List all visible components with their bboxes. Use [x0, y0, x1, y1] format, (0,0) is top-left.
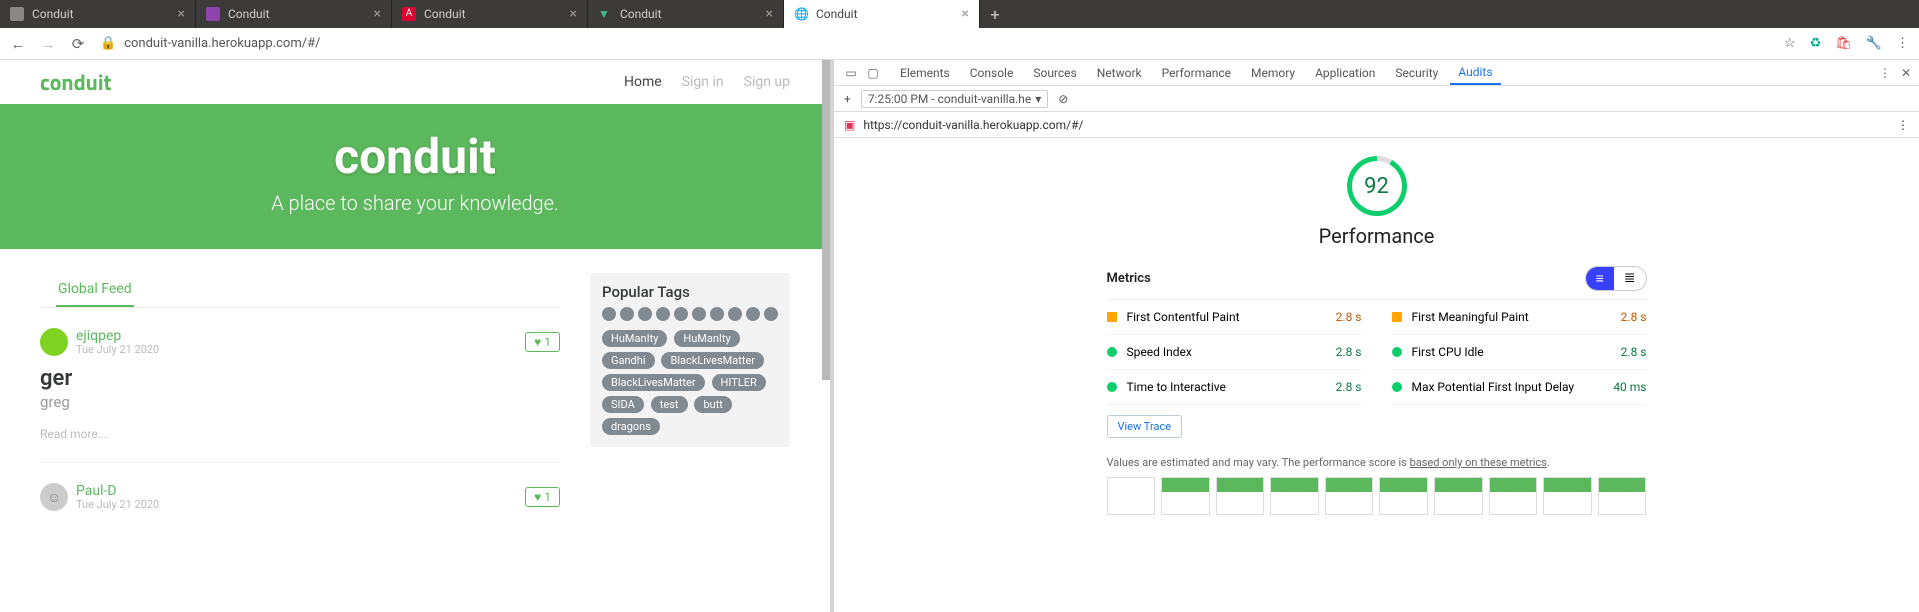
devtools-tab-sources[interactable]: Sources: [1025, 62, 1084, 84]
devtools-panel: ▭ ▢ Elements Console Sources Network Per…: [834, 60, 1919, 612]
recycle-icon[interactable]: ♻: [1810, 36, 1822, 51]
article-date: Tue July 21 2020: [76, 498, 159, 511]
devtools-tab-network[interactable]: Network: [1089, 62, 1150, 84]
score-gauge: 92: [1347, 156, 1407, 216]
star-icon[interactable]: ☆: [1784, 36, 1796, 51]
devtools-tab-performance[interactable]: Performance: [1154, 62, 1239, 84]
metrics-note: Values are estimated and may vary. The p…: [1107, 456, 1647, 469]
article-preview[interactable]: ejiqpep Tue July 21 2020 ♥1 ger greg Rea…: [40, 308, 560, 463]
brand-logo[interactable]: conduit: [40, 65, 112, 99]
devtools-close-icon[interactable]: ✕: [1901, 66, 1911, 80]
browser-tab-strip: Conduit× Conduit× AConduit× ▼Conduit× 🌐C…: [0, 0, 1919, 28]
banner-tagline: A place to share your knowledge.: [0, 191, 830, 215]
tag-pill[interactable]: dragons: [602, 418, 660, 435]
tag-pill[interactable]: BlackLivesMatter: [661, 352, 764, 369]
tags-title: Popular Tags: [602, 283, 778, 301]
back-button[interactable]: ←: [10, 35, 26, 53]
tag-list: HuManIty HuManIty Gandhi BlackLivesMatte…: [602, 327, 778, 437]
browser-tab-active[interactable]: 🌐Conduit×: [784, 0, 980, 28]
tag-pill[interactable]: butt: [694, 396, 731, 413]
tag-pill[interactable]: HITLER: [712, 374, 766, 391]
heart-icon: ♥: [534, 490, 541, 504]
devtools-tab-audits[interactable]: Audits: [1450, 61, 1500, 85]
browser-tab[interactable]: Conduit×: [196, 0, 392, 28]
tag-pill[interactable]: HuManIty: [602, 330, 667, 347]
shopping-icon[interactable]: 🛍: [1835, 36, 1852, 51]
reload-button[interactable]: ⟳: [70, 35, 86, 53]
device-toggle-icon[interactable]: ▢: [864, 66, 882, 80]
devtools-tab-console[interactable]: Console: [962, 62, 1022, 84]
sidebar: Popular Tags HuManIty HuManIty Gandhi Bl…: [590, 273, 790, 511]
new-audit-button[interactable]: +: [844, 92, 851, 106]
address-bar: ← → ⟳ 🔒 conduit-vanilla.herokuapp.com/#/…: [0, 28, 1919, 60]
chevron-down-icon: ▾: [1035, 92, 1041, 106]
page-content: conduit Home Sign in Sign up conduit A p…: [0, 60, 834, 612]
tag-pill[interactable]: BlackLivesMatter: [602, 374, 705, 391]
view-toggle[interactable]: ≡≣: [1585, 266, 1647, 291]
tab-global-feed[interactable]: Global Feed: [56, 273, 134, 307]
read-more-link[interactable]: Read more...: [40, 427, 107, 441]
lock-icon: 🔒: [100, 36, 116, 51]
inspect-icon[interactable]: ▭: [842, 66, 860, 80]
nav-signin[interactable]: Sign in: [682, 74, 724, 90]
extension-icon[interactable]: 🔧: [1866, 36, 1882, 51]
avatar[interactable]: [40, 328, 68, 356]
devtools-tab-memory[interactable]: Memory: [1243, 62, 1303, 84]
like-button[interactable]: ♥1: [525, 487, 560, 507]
metrics-heading: Metrics: [1107, 271, 1151, 286]
author-link[interactable]: ejiqpep: [76, 329, 159, 343]
tag-pill[interactable]: HuManIty: [674, 330, 739, 347]
nav-signup[interactable]: Sign up: [744, 74, 790, 90]
devtools-tab-elements[interactable]: Elements: [892, 62, 958, 84]
menu-icon[interactable]: ⋮: [1896, 36, 1909, 51]
banner-title: conduit: [0, 128, 830, 185]
close-icon[interactable]: ×: [374, 6, 381, 22]
metric-row[interactable]: Max Potential First Input Delay40 ms: [1392, 370, 1647, 405]
browser-tab[interactable]: AConduit×: [392, 0, 588, 28]
view-trace-button[interactable]: View Trace: [1107, 415, 1183, 438]
close-icon[interactable]: ×: [178, 6, 185, 22]
hero-banner: conduit A place to share your knowledge.: [0, 104, 830, 249]
author-link[interactable]: Paul-D: [76, 484, 159, 498]
browser-tab[interactable]: Conduit×: [0, 0, 196, 28]
metric-row[interactable]: Time to Interactive2.8 s: [1107, 370, 1362, 405]
article-title: ger: [40, 366, 560, 391]
metric-row[interactable]: Speed Index2.8 s: [1107, 335, 1362, 370]
heart-icon: ♥: [534, 335, 541, 349]
devtools-tab-security[interactable]: Security: [1387, 62, 1446, 84]
globe-icon: 🌐: [794, 7, 808, 21]
nav-home[interactable]: Home: [624, 74, 662, 90]
like-button[interactable]: ♥1: [525, 332, 560, 352]
feed-column: Global Feed ejiqpep Tue July 21 2020 ♥1 …: [40, 273, 560, 511]
article-desc: greg: [40, 393, 560, 411]
more-icon[interactable]: ⋮: [1897, 118, 1909, 132]
close-icon[interactable]: ×: [962, 6, 969, 22]
new-tab-button[interactable]: +: [980, 0, 1010, 28]
article-date: Tue July 21 2020: [76, 343, 159, 356]
forward-button[interactable]: →: [40, 35, 56, 53]
clear-icon[interactable]: ⊘: [1058, 92, 1068, 106]
avatar[interactable]: ☺: [40, 483, 68, 511]
category-label: Performance: [1319, 224, 1435, 248]
browser-tab[interactable]: ▼Conduit×: [588, 0, 784, 28]
tag-pill[interactable]: test: [651, 396, 688, 413]
filmstrip: [1107, 477, 1647, 515]
tag-pill[interactable]: Gandhi: [602, 352, 655, 369]
close-icon[interactable]: ×: [766, 6, 773, 22]
audit-url: https://conduit-vanilla.herokuapp.com/#/: [863, 118, 1083, 132]
site-navbar: conduit Home Sign in Sign up: [0, 60, 830, 104]
metric-row[interactable]: First CPU Idle2.8 s: [1392, 335, 1647, 370]
tag-pill[interactable]: SIDA: [602, 396, 644, 413]
devtools-tab-application[interactable]: Application: [1307, 62, 1383, 84]
close-icon[interactable]: ×: [570, 6, 577, 22]
devtools-menu-icon[interactable]: ⋮: [1879, 66, 1891, 80]
audit-run-selector[interactable]: 7:25:00 PM - conduit-vanilla.he▾: [861, 90, 1048, 108]
article-preview[interactable]: ☺ Paul-D Tue July 21 2020 ♥1: [40, 463, 560, 511]
metric-row[interactable]: First Contentful Paint2.8 s: [1107, 300, 1362, 335]
metric-row[interactable]: First Meaningful Paint2.8 s: [1392, 300, 1647, 335]
url-input[interactable]: 🔒 conduit-vanilla.herokuapp.com/#/: [100, 36, 1770, 51]
lighthouse-icon: ▣: [844, 118, 855, 132]
